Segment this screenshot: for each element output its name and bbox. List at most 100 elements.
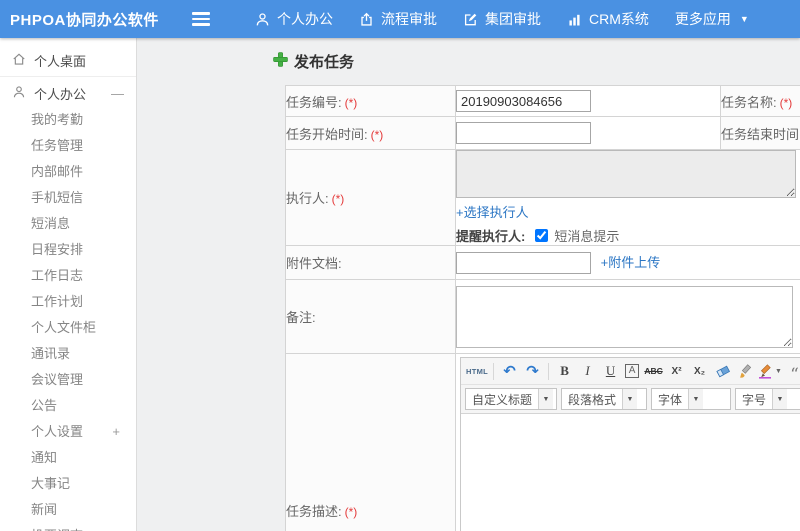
end-time-label-cell: 任务结束时间:(*)	[720, 116, 800, 150]
home-icon	[12, 52, 26, 69]
nav-label: 流程审批	[381, 11, 437, 27]
nav-label: 更多应用	[674, 11, 731, 27]
hamburger-menu-icon[interactable]	[192, 6, 218, 32]
attachment-label-cell: 附件文档:	[285, 245, 456, 280]
highlight-pen-button[interactable]: ▼	[758, 361, 782, 382]
sms-remind-checkbox[interactable]	[535, 229, 549, 242]
start-time-label-cell: 任务开始时间: (*)	[285, 116, 456, 150]
nav-personal-office[interactable]: 个人办公	[242, 0, 346, 38]
sidebar-item[interactable]: 新闻	[0, 497, 136, 523]
start-time-input[interactable]	[456, 122, 591, 144]
font-family-dropdown[interactable]: 字体 ▼	[651, 388, 731, 410]
publish-task-form: 任务编号:(*) 任务名称:(*) 任务开始时间:(*) 任务结束时间:(*) …	[285, 85, 800, 531]
html-source-button[interactable]: HTML	[466, 361, 488, 382]
italic-button[interactable]: I	[577, 361, 598, 382]
choose-executor-link[interactable]: +选择执行人	[456, 205, 529, 220]
nav-process-approval[interactable]: 流程审批	[346, 0, 450, 38]
caret-down-icon: ▼	[739, 14, 749, 24]
task-name-label-cell: 任务名称: (*)	[720, 85, 800, 117]
bold-button[interactable]: B	[554, 361, 575, 382]
caret-down-icon: ▼	[622, 389, 638, 409]
nav-more-apps[interactable]: 更多应用 ▼	[662, 0, 762, 38]
sidebar-group-personal-office[interactable]: 个人办公 —	[0, 79, 136, 107]
task-number-label-cell: 任务编号: (*)	[285, 85, 456, 117]
page-title-text: 发布任务	[294, 54, 355, 71]
page-title: 发布任务	[273, 51, 354, 72]
remark-label-cell: 备注:	[285, 279, 456, 354]
editor-content-area[interactable]	[461, 413, 800, 531]
sidebar-item[interactable]: 手机短信	[0, 185, 136, 211]
executor-label-cell: 执行人: (*)	[285, 149, 456, 246]
user-icon	[12, 85, 26, 102]
sidebar-item[interactable]: 内部邮件	[0, 159, 136, 185]
caret-down-icon: ▼	[538, 389, 554, 409]
description-label-cell: 任务描述: (*)	[285, 353, 456, 531]
sidebar-item[interactable]: 个人文件柜	[0, 315, 136, 341]
nav-label: CRM系统	[589, 11, 649, 27]
nav-label: 集团审批	[485, 11, 541, 27]
top-nav: 个人办公 流程审批 集团审批 CRM系统 更多应用 ▼	[242, 0, 762, 38]
custom-title-dropdown[interactable]: 自定义标题 ▼	[465, 388, 557, 410]
sidebar-item-desktop[interactable]: 个人桌面	[0, 46, 136, 74]
required-marker: (*)	[370, 127, 384, 142]
rich-text-editor: HTML ↶ ↷ B I U A ABC X² X₂ ▼ “ 自定义标题 ▼ 段…	[460, 357, 800, 531]
required-marker: (*)	[344, 95, 358, 110]
redo-button[interactable]: ↷	[522, 361, 543, 382]
attachment-input[interactable]	[456, 251, 591, 274]
sidebar-item-settings[interactable]: 个人设置 +	[0, 419, 136, 445]
app-logo: PHPOA协同办公软件	[10, 11, 159, 29]
plus-icon	[273, 51, 288, 72]
main-content: 发布任务 任务编号:(*) 任务名称:(*) 任务开始时间:(*) 任务结束时间…	[137, 38, 800, 531]
top-header: PHPOA协同办公软件 个人办公 流程审批 集团审批 CRM系统 更多应用 ▼	[0, 0, 800, 38]
sidebar-item[interactable]: 会议管理	[0, 367, 136, 393]
process-export-icon	[359, 12, 374, 27]
sms-remind-label: 短消息提示	[554, 229, 620, 244]
subscript-button[interactable]: X₂	[689, 361, 710, 382]
required-marker: (*)	[331, 192, 345, 206]
underline-button[interactable]: U	[600, 361, 621, 382]
caret-down-icon: ▼	[688, 389, 704, 409]
font-size-dropdown[interactable]: 字号 ▼	[735, 388, 800, 410]
sidebar-item[interactable]: 任务管理	[0, 133, 136, 159]
blockquote-button[interactable]: “	[784, 361, 800, 384]
font-border-button[interactable]: A	[625, 364, 640, 378]
nav-crm-system[interactable]: CRM系统	[554, 0, 662, 38]
expand-icon[interactable]: +	[112, 419, 120, 445]
sidebar-item[interactable]: 通知	[0, 445, 136, 471]
editor-toolbar-row2: 自定义标题 ▼ 段落格式 ▼ 字体 ▼ 字号 ▼	[461, 385, 800, 413]
sidebar-item[interactable]: 投票调查	[0, 523, 136, 531]
sidebar-item[interactable]: 通讯录	[0, 341, 136, 367]
sidebar-item[interactable]: 公告	[0, 393, 136, 419]
collapse-icon[interactable]: —	[111, 86, 124, 101]
required-marker: (*)	[344, 505, 358, 519]
bar-chart-icon	[567, 12, 582, 27]
sidebar-item[interactable]: 日程安排	[0, 237, 136, 263]
caret-down-icon: ▼	[775, 367, 782, 375]
strikethrough-button[interactable]: ABC	[643, 361, 664, 382]
attachment-upload-link[interactable]: +附件上传	[601, 255, 661, 270]
remark-textarea[interactable]	[456, 285, 793, 348]
sidebar-item[interactable]: 大事记	[0, 471, 136, 497]
sidebar-item[interactable]: 短消息	[0, 211, 136, 237]
superscript-button[interactable]: X²	[666, 361, 687, 382]
edit-square-icon	[463, 12, 478, 27]
undo-button[interactable]: ↶	[499, 361, 520, 382]
executor-textarea[interactable]	[456, 150, 796, 198]
paragraph-format-dropdown[interactable]: 段落格式 ▼	[561, 388, 647, 410]
user-icon	[255, 12, 270, 27]
sidebar-item[interactable]: 工作计划	[0, 289, 136, 315]
toolbar-separator	[548, 362, 550, 380]
nav-label: 个人办公	[277, 11, 333, 27]
caret-down-icon: ▼	[772, 389, 788, 409]
remind-executor-label: 提醒执行人:	[456, 229, 526, 244]
task-number-input[interactable]	[456, 90, 591, 112]
sidebar-item[interactable]: 工作日志	[0, 263, 136, 289]
format-painter-button[interactable]	[735, 361, 756, 382]
required-marker: (*)	[779, 95, 793, 110]
toolbar-separator	[493, 362, 495, 380]
eraser-button[interactable]	[712, 361, 733, 382]
sidebar-item[interactable]: 我的考勤	[0, 107, 136, 133]
sidebar: 个人桌面 个人办公 — 我的考勤 任务管理 内部邮件 手机短信 短消息 日程安排…	[0, 38, 137, 531]
nav-group-approval[interactable]: 集团审批	[450, 0, 554, 38]
editor-toolbar-row1: HTML ↶ ↷ B I U A ABC X² X₂ ▼ “	[461, 358, 800, 385]
